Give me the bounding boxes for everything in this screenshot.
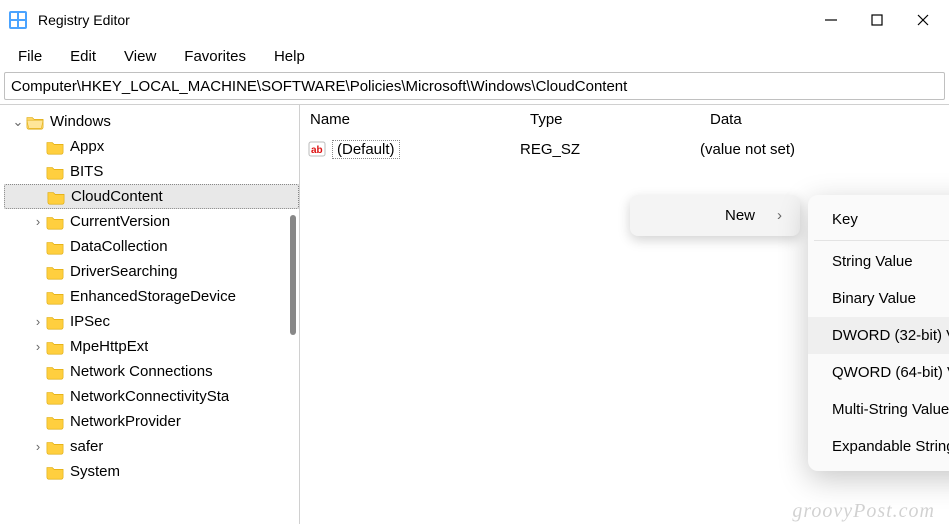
tree-node-enhancedstoragedevice[interactable]: EnhancedStorageDevice <box>4 284 299 309</box>
tree-node-datacollection[interactable]: DataCollection <box>4 234 299 259</box>
tree-node-label: NetworkProvider <box>70 413 181 430</box>
window-title: Registry Editor <box>38 12 823 28</box>
window-controls <box>823 12 931 28</box>
menu-view[interactable]: View <box>112 44 168 69</box>
tree-node-bits[interactable]: BITS <box>4 159 299 184</box>
tree-node-network-connections[interactable]: Network Connections <box>4 359 299 384</box>
menu-help[interactable]: Help <box>262 44 317 69</box>
list-row[interactable]: ab (Default) REG_SZ(value not set) <box>300 135 949 163</box>
folder-icon <box>46 439 64 455</box>
submenu-qword[interactable]: QWORD (64-bit) Value <box>808 354 949 391</box>
value-name: (Default) <box>332 140 400 159</box>
folder-icon <box>46 264 64 280</box>
address-path: Computer\HKEY_LOCAL_MACHINE\SOFTWARE\Pol… <box>11 78 627 95</box>
chevron-right-icon: › <box>777 207 782 224</box>
folder-icon <box>46 289 64 305</box>
tree-node-networkprovider[interactable]: NetworkProvider <box>4 409 299 434</box>
tree-node-system[interactable]: System <box>4 459 299 484</box>
col-header-name[interactable]: Name <box>300 105 520 135</box>
tree-node-label: IPSec <box>70 313 110 330</box>
tree-node-networkconnectivitysta[interactable]: NetworkConnectivitySta <box>4 384 299 409</box>
tree-pane[interactable]: Windows Appx BITS CloudContent CurrentVersio… <box>0 105 300 524</box>
tree-node-label: Network Connections <box>70 363 213 380</box>
value-type: REG_SZ <box>520 141 700 158</box>
folder-icon <box>46 164 64 180</box>
folder-icon <box>46 389 64 405</box>
submenu-expand[interactable]: Expandable String Value <box>808 428 949 465</box>
tree-node-label: BITS <box>70 163 103 180</box>
submenu-key[interactable]: Key <box>808 201 949 238</box>
list-header: Name Type Data <box>300 105 949 135</box>
folder-icon <box>46 464 64 480</box>
folder-icon <box>46 214 64 230</box>
submenu-string[interactable]: String Value <box>808 243 949 280</box>
string-value-icon: ab <box>308 140 326 158</box>
tree-node-label: DriverSearching <box>70 263 178 280</box>
submenu-multi[interactable]: Multi-String Value <box>808 391 949 428</box>
context-menu: New › Key String Value Binary Value DWOR… <box>630 195 949 471</box>
col-header-data[interactable]: Data <box>700 105 949 135</box>
watermark: groovyPost.com <box>792 500 935 523</box>
close-icon[interactable] <box>915 12 931 28</box>
context-new-item[interactable]: New › <box>630 195 800 236</box>
tree-node-label: safer <box>70 438 103 455</box>
folder-icon <box>46 239 64 255</box>
address-bar[interactable]: Computer\HKEY_LOCAL_MACHINE\SOFTWARE\Pol… <box>4 72 945 100</box>
tree-node-label: Windows <box>50 113 111 130</box>
tree-node-label: DataCollection <box>70 238 168 255</box>
folder-icon <box>46 414 64 430</box>
tree-node-currentversion[interactable]: CurrentVersion <box>4 209 299 234</box>
chevron-right-icon[interactable] <box>30 214 46 229</box>
value-data: (value not set) <box>700 141 949 158</box>
tree-node-label: CloudContent <box>71 188 163 205</box>
chevron-right-icon[interactable] <box>30 339 46 354</box>
regedit-icon <box>8 10 28 30</box>
folder-icon <box>46 364 64 380</box>
tree-node-cloudcontent[interactable]: CloudContent <box>4 184 299 209</box>
minimize-icon[interactable] <box>823 12 839 28</box>
submenu-dword[interactable]: DWORD (32-bit) Value <box>808 317 949 354</box>
menu-bar: File Edit View Favorites Help <box>0 40 949 72</box>
tree-node-ipsec[interactable]: IPSec <box>4 309 299 334</box>
tree-node-label: EnhancedStorageDevice <box>70 288 236 305</box>
col-header-type[interactable]: Type <box>520 105 700 135</box>
tree-node-driversearching[interactable]: DriverSearching <box>4 259 299 284</box>
menu-file[interactable]: File <box>6 44 54 69</box>
tree-scrollbar-thumb[interactable] <box>290 215 296 335</box>
tree-node-label: Appx <box>70 138 104 155</box>
tree-node-safer[interactable]: safer <box>4 434 299 459</box>
context-new-label: New <box>725 207 755 224</box>
chevron-down-icon[interactable] <box>10 114 26 130</box>
tree-node-windows[interactable]: Windows <box>4 109 299 134</box>
tree-node-label: NetworkConnectivitySta <box>70 388 229 405</box>
context-new-submenu: Key String Value Binary Value DWORD (32-… <box>808 195 949 471</box>
svg-text:ab: ab <box>311 145 323 156</box>
submenu-separator <box>814 240 949 241</box>
folder-icon <box>47 189 65 205</box>
title-bar: Registry Editor <box>0 0 949 40</box>
menu-edit[interactable]: Edit <box>58 44 108 69</box>
tree-node-label: CurrentVersion <box>70 213 170 230</box>
tree-node-mpehttpext[interactable]: MpeHttpExt <box>4 334 299 359</box>
tree-node-appx[interactable]: Appx <box>4 134 299 159</box>
value-list-pane[interactable]: Name Type Data ab (Default) REG_SZ(value n… <box>300 105 949 524</box>
folder-icon <box>46 339 64 355</box>
main-split: Windows Appx BITS CloudContent CurrentVersio… <box>0 104 949 524</box>
submenu-binary[interactable]: Binary Value <box>808 280 949 317</box>
menu-favorites[interactable]: Favorites <box>172 44 258 69</box>
tree-node-label: System <box>70 463 120 480</box>
folder-open-icon <box>26 114 44 130</box>
maximize-icon[interactable] <box>869 12 885 28</box>
chevron-right-icon[interactable] <box>30 439 46 454</box>
chevron-right-icon[interactable] <box>30 314 46 329</box>
tree-node-label: MpeHttpExt <box>70 338 148 355</box>
folder-icon <box>46 314 64 330</box>
folder-icon <box>46 139 64 155</box>
